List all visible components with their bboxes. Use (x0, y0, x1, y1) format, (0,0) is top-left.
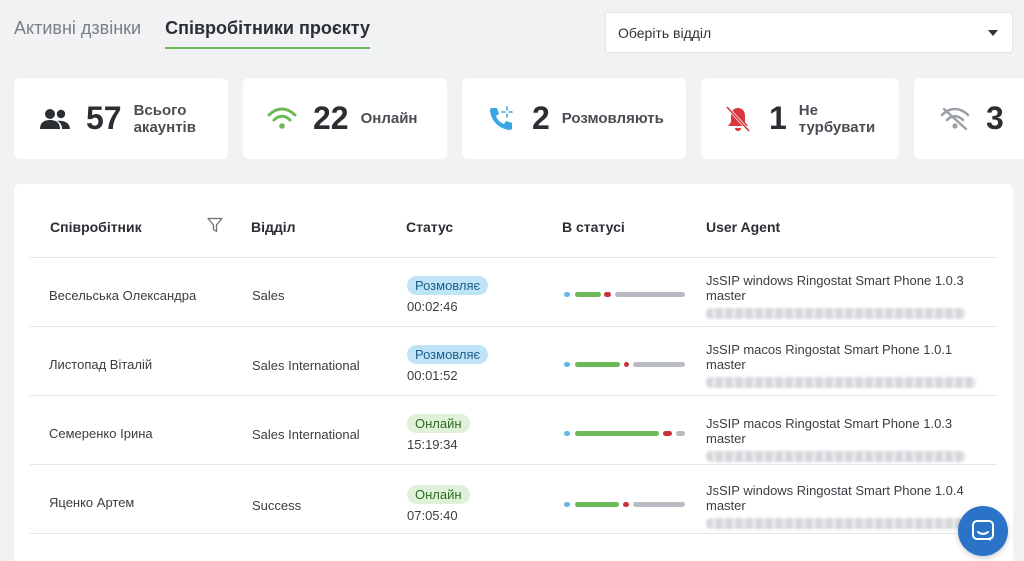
column-header-department: Відділ (251, 219, 296, 235)
wifi-off-icon (938, 102, 972, 136)
employee-department: Sales International (252, 358, 360, 373)
department-select-placeholder: Оберіть відділ (618, 24, 712, 41)
tab-active-calls[interactable]: Активні дзвінки (14, 18, 141, 49)
column-header-status: Статус (406, 219, 454, 235)
timeline-segment (633, 502, 685, 507)
stat-label: Онлайн (361, 110, 418, 127)
department-select[interactable]: Оберіть відділ (605, 12, 1013, 53)
table-row[interactable]: Весельська Олександра Sales Розмовляє 00… (30, 258, 997, 327)
caret-down-icon (988, 30, 998, 36)
stat-label-line1: Розмовляють (561, 110, 664, 127)
status-duration: 07:05:40 (407, 508, 458, 523)
stat-card-online: 22 Онлайн (243, 78, 447, 159)
timeline-segment (564, 502, 570, 507)
stat-label-line1: Онлайн (360, 110, 418, 127)
timeline-segment (663, 431, 672, 436)
stat-count: 3 (986, 100, 1004, 136)
status-badge: Онлайн (407, 414, 470, 433)
timeline-segment (575, 502, 619, 507)
stat-card-offline: 3 (914, 78, 1024, 159)
redacted-id (706, 518, 966, 529)
bell-off-icon (721, 102, 755, 136)
employee-name: Весельська Олександра (49, 288, 197, 303)
employee-department: Sales International (252, 427, 360, 442)
user-agent-cell: JsSIP macos Ringostat Smart Phone 1.0.3 … (706, 416, 991, 462)
employee-name: Яценко Артем (49, 495, 135, 510)
redacted-id (706, 308, 966, 319)
stat-card-talking: 2 Розмовляють (462, 78, 686, 159)
people-icon (38, 102, 72, 136)
timeline-segment (604, 292, 611, 297)
stat-card-dnd: 1 Не турбувати (701, 78, 899, 159)
status-badge: Онлайн (407, 485, 470, 504)
redacted-id (706, 377, 976, 388)
chat-button[interactable] (958, 506, 1008, 556)
user-agent-cell: JsSIP windows Ringostat Smart Phone 1.0.… (706, 483, 991, 529)
employee-department: Success (252, 498, 302, 513)
redacted-id (706, 451, 966, 462)
stat-label-line2: акаунтів (133, 118, 196, 136)
timeline-segment (575, 362, 620, 367)
stat-label-line1: Всього (133, 101, 187, 119)
status-cell: Розмовляє 00:01:52 (407, 345, 489, 383)
table-row[interactable]: Листопад Віталій Sales International Роз… (30, 327, 997, 396)
status-badge: Розмовляє (407, 345, 489, 364)
filter-icon[interactable] (207, 217, 223, 238)
column-header-employee[interactable]: Співробітник (50, 219, 142, 235)
timeline-segment (624, 362, 629, 367)
timeline-segment (615, 292, 685, 297)
timeline-segment (564, 362, 570, 367)
employee-department: Sales (252, 288, 285, 303)
stat-count: 1 (769, 100, 787, 136)
status-duration: 00:01:52 (407, 368, 458, 383)
stat-label: Не турбувати (799, 102, 875, 136)
user-agent-text: JsSIP windows Ringostat Smart Phone 1.0.… (706, 483, 964, 513)
timeline-segment (676, 431, 685, 436)
user-agent-cell: JsSIP macos Ringostat Smart Phone 1.0.1 … (706, 342, 991, 388)
chat-icon (972, 520, 994, 541)
user-agent-text: JsSIP macos Ringostat Smart Phone 1.0.1 … (706, 342, 953, 372)
employee-name: Листопад Віталій (49, 357, 153, 372)
stat-count: 57 (86, 100, 122, 136)
stat-label: Всього акаунтів (134, 102, 196, 136)
wifi-icon (265, 102, 299, 136)
column-header-user-agent: User Agent (706, 219, 781, 235)
status-duration: 15:19:34 (407, 437, 458, 452)
phone-ringing-icon (484, 102, 518, 136)
timeline-segment (564, 292, 570, 297)
timeline-segment (575, 431, 659, 436)
stat-card-total: 57 Всього акаунтів (14, 78, 228, 159)
status-cell: Розмовляє 00:02:46 (407, 276, 489, 314)
timeline-segment (633, 362, 685, 367)
user-agent-text: JsSIP macos Ringostat Smart Phone 1.0.3 … (706, 416, 953, 446)
stat-count: 22 (313, 100, 349, 136)
employee-name: Семеренко Ірина (49, 426, 153, 441)
status-cell: Онлайн 07:05:40 (407, 485, 470, 523)
status-badge: Розмовляє (407, 276, 489, 295)
employees-table: Співробітник Відділ Статус В статусі Use… (14, 184, 1013, 561)
stat-label: Розмовляють (562, 110, 664, 127)
status-cell: Онлайн 15:19:34 (407, 414, 470, 452)
timeline-segment (564, 431, 570, 436)
table-row[interactable]: Семеренко Ірина Sales International Онла… (30, 396, 997, 465)
timeline-segment (575, 292, 601, 297)
tab-project-employees[interactable]: Співробітники проєкту (165, 18, 371, 49)
user-agent-text: JsSIP windows Ringostat Smart Phone 1.0.… (706, 273, 964, 303)
status-duration: 00:02:46 (407, 299, 458, 314)
table-row[interactable]: Яценко Артем Success Онлайн 07:05:40 JsS… (30, 465, 997, 534)
top-tabs: Активні дзвінки Співробітники проєкту (14, 18, 371, 49)
column-header-in-status: В статусі (562, 219, 625, 235)
stat-label-line2: турбувати (798, 118, 876, 136)
stat-label-line1: Не (798, 101, 818, 119)
timeline-segment (623, 502, 629, 507)
user-agent-cell: JsSIP windows Ringostat Smart Phone 1.0.… (706, 273, 991, 319)
stat-count: 2 (532, 100, 550, 136)
